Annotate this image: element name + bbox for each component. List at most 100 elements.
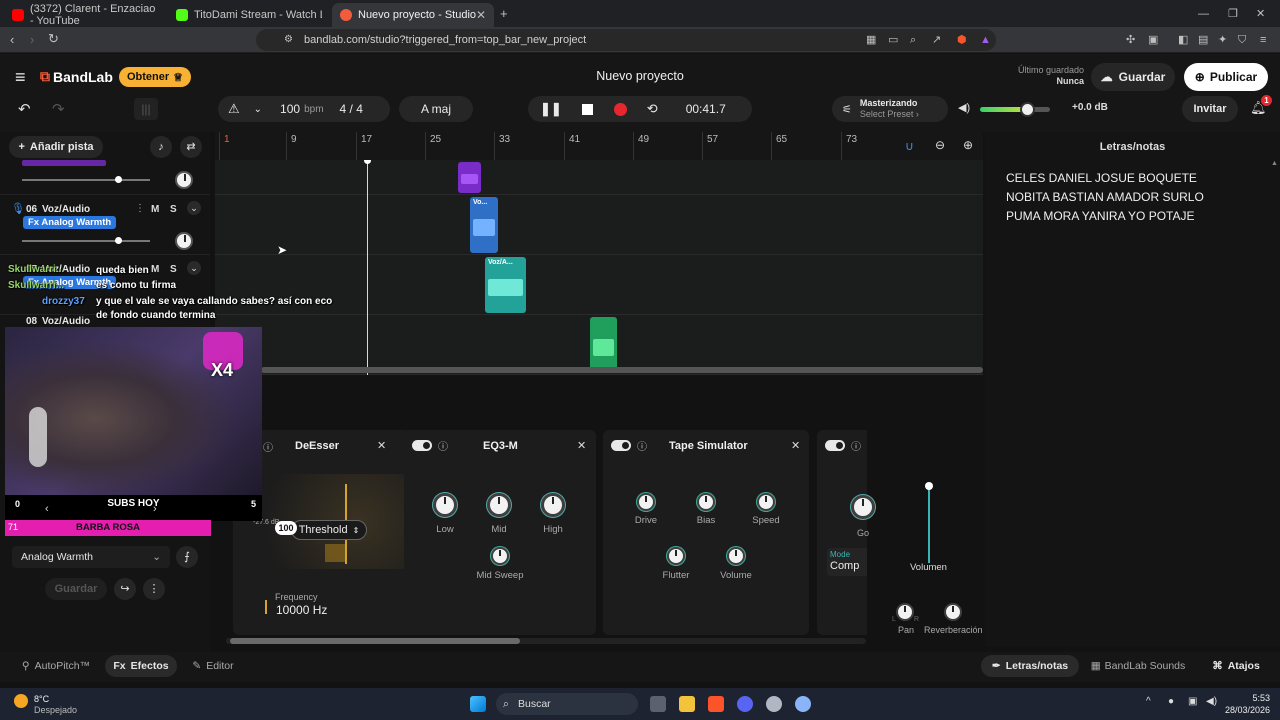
tape-volume-knob[interactable] <box>727 547 745 565</box>
reload-icon[interactable]: ↻ <box>48 32 59 46</box>
bpm-value[interactable]: 100 <box>280 102 300 116</box>
effects-scroll-thumb[interactable] <box>230 638 520 644</box>
loop-icon[interactable]: ⟲ <box>647 101 658 117</box>
zoom-out-icon[interactable]: ⊖ <box>935 138 945 152</box>
frequency-value[interactable]: 10000 Hz <box>276 603 327 617</box>
guardar-button[interactable]: ☁ Guardar <box>1091 63 1175 91</box>
wallet-icon[interactable]: ▤ <box>1198 33 1208 47</box>
solo-button[interactable]: S <box>170 204 177 215</box>
pan-knob[interactable] <box>896 603 914 621</box>
tape-bias-knob[interactable] <box>697 493 715 511</box>
track-volume-thumb[interactable] <box>115 237 122 244</box>
brave-browser-icon[interactable] <box>708 696 724 712</box>
atajos-button[interactable]: ⌘ Atajos <box>1206 655 1266 677</box>
file-explorer-icon[interactable] <box>679 696 695 712</box>
tape-drive-knob[interactable] <box>637 493 655 511</box>
pause-button[interactable]: ❚❚ <box>540 101 562 117</box>
bandlab-logo[interactable]: ⧉ BandLab <box>40 68 113 85</box>
windows-start-icon[interactable] <box>470 696 486 712</box>
zoom-in-icon[interactable]: ⊕ <box>963 138 973 152</box>
leo-icon[interactable]: ✦ <box>1218 33 1227 47</box>
redo-icon[interactable]: ↷ <box>52 100 65 118</box>
tab-search-icon[interactable]: ▣ <box>1148 33 1158 47</box>
invitar-button[interactable]: Invitar <box>1182 96 1238 122</box>
eq3m-toggle[interactable] <box>412 440 432 451</box>
clock-date[interactable]: 28/03/2026 <box>1222 705 1270 715</box>
new-tab-button[interactable]: + <box>500 7 508 21</box>
lyrics-scrollbar[interactable]: ▲ <box>1271 160 1278 640</box>
solo-button[interactable]: S <box>170 264 177 275</box>
key-selector[interactable]: A maj <box>399 96 473 122</box>
chevron-down-icon[interactable]: ⌄ <box>187 201 201 215</box>
stop-button[interactable] <box>581 103 593 115</box>
efectos-tab[interactable]: Fx Efectos <box>105 655 177 677</box>
autopitch-tab[interactable]: ⚲ AutoPitch™ <box>14 655 98 677</box>
timeline-ruler[interactable]: 1 9 17 25 33 41 49 57 65 73 ∪ ⊖ ⊕ <box>215 132 983 160</box>
mixer-icon[interactable]: ||| <box>134 98 158 120</box>
tune-icon[interactable]: ♪ <box>150 136 172 158</box>
effects-scrollbar[interactable] <box>226 638 866 644</box>
extensions-icon[interactable]: ✣ <box>1126 33 1135 47</box>
tab-youtube[interactable]: (3372) Clarent - Enzaciao - YouTube <box>4 3 166 27</box>
info-icon[interactable]: ⓘ <box>263 439 273 454</box>
tape-speed-knob[interactable] <box>757 493 775 511</box>
audio-clip[interactable] <box>590 317 617 373</box>
track-volume-fader-thumb[interactable] <box>925 482 933 490</box>
share-icon[interactable]: ↪ <box>114 578 136 600</box>
menu-icon[interactable]: ≡ <box>1260 33 1266 47</box>
chevron-down-icon[interactable]: ⌄ <box>254 104 262 115</box>
weather-icon[interactable] <box>14 694 28 708</box>
site-info-icon[interactable]: ⚙ <box>284 33 293 47</box>
info-icon[interactable]: ⓘ <box>637 438 647 453</box>
track-name[interactable]: Voz/Audio <box>42 204 90 215</box>
track-name[interactable]: Voz/Audio <box>42 316 90 327</box>
mastering-button[interactable]: ⚟ Masterizando Select Preset › <box>832 96 948 122</box>
mode-select[interactable]: Mode Comp <box>827 548 867 576</box>
track-volume-slider[interactable] <box>22 176 150 183</box>
editor-tab[interactable]: ✎ Editor <box>183 655 243 677</box>
eq-mid-knob[interactable] <box>487 493 511 517</box>
master-volume-thumb[interactable] <box>1020 102 1035 117</box>
mute-button[interactable]: M <box>151 264 159 275</box>
eq-midsweep-knob[interactable] <box>491 547 509 565</box>
clock-time[interactable]: 5:53 <box>1222 693 1270 703</box>
record-button[interactable] <box>613 102 627 116</box>
info-icon[interactable]: ⓘ <box>851 438 861 453</box>
threshold-select[interactable]: Threshold ⇕ <box>291 520 367 540</box>
tab-kick[interactable]: TitoDami Stream - Watch Live on Kic <box>168 3 330 27</box>
eq-high-knob[interactable] <box>541 493 565 517</box>
tray-chevron-icon[interactable]: ^ <box>1146 696 1151 707</box>
reverb-knob[interactable] <box>944 603 962 621</box>
time-signature[interactable]: 4 / 4 <box>340 102 363 116</box>
more-icon[interactable]: ⋮ <box>143 578 165 600</box>
lyrics-text[interactable]: CELES DANIEL JOSUE BOQUETE NOBITA BASTIA… <box>1006 169 1241 226</box>
hamburger-menu-icon[interactable]: ≡ <box>15 68 26 86</box>
minimize-button[interactable]: — <box>1198 7 1209 21</box>
track-lanes[interactable]: Vo... Voz/A... ➤ <box>215 160 983 375</box>
chevron-down-icon[interactable]: ⌄ <box>187 261 201 275</box>
task-view-icon[interactable] <box>650 696 666 712</box>
discord-icon[interactable] <box>737 696 753 712</box>
pan-knob[interactable] <box>175 232 193 250</box>
maximize-button[interactable]: ❐ <box>1228 7 1238 21</box>
add-track-button[interactable]: + Añadir pista <box>9 136 103 158</box>
mic-tray-icon[interactable]: ● <box>1168 696 1174 707</box>
taskbar-search[interactable]: ⌕ Buscar <box>496 693 638 715</box>
audio-clip[interactable]: Vo... <box>470 197 498 253</box>
more-icon[interactable]: ⋮ <box>135 203 145 214</box>
comp-gain-knob[interactable] <box>851 495 875 519</box>
forward-icon[interactable]: › <box>30 33 34 47</box>
share-icon[interactable]: ↗ <box>932 33 941 47</box>
undo-icon[interactable]: ↶ <box>18 100 31 118</box>
track-row[interactable]: 🎙︎ 06 Voz/Audio ⋮ M S ⌄ Fx Analog Warmth <box>0 194 210 254</box>
audio-clip[interactable]: Voz/A... <box>485 257 526 313</box>
scroll-up-icon[interactable]: ▲ <box>1271 160 1278 167</box>
master-volume-slider[interactable] <box>980 102 1050 117</box>
rewards-icon[interactable]: ▲ <box>980 33 991 47</box>
url-field[interactable]: ⚙ bandlab.com/studio?triggered_from=top_… <box>256 29 996 51</box>
mute-button[interactable]: M <box>151 204 159 215</box>
back-icon[interactable]: ‹ <box>10 33 14 47</box>
arrange-icon[interactable]: ⇄ <box>180 136 202 158</box>
reader-icon[interactable]: ▦ <box>866 33 876 47</box>
close-icon[interactable]: ✕ <box>791 439 800 452</box>
